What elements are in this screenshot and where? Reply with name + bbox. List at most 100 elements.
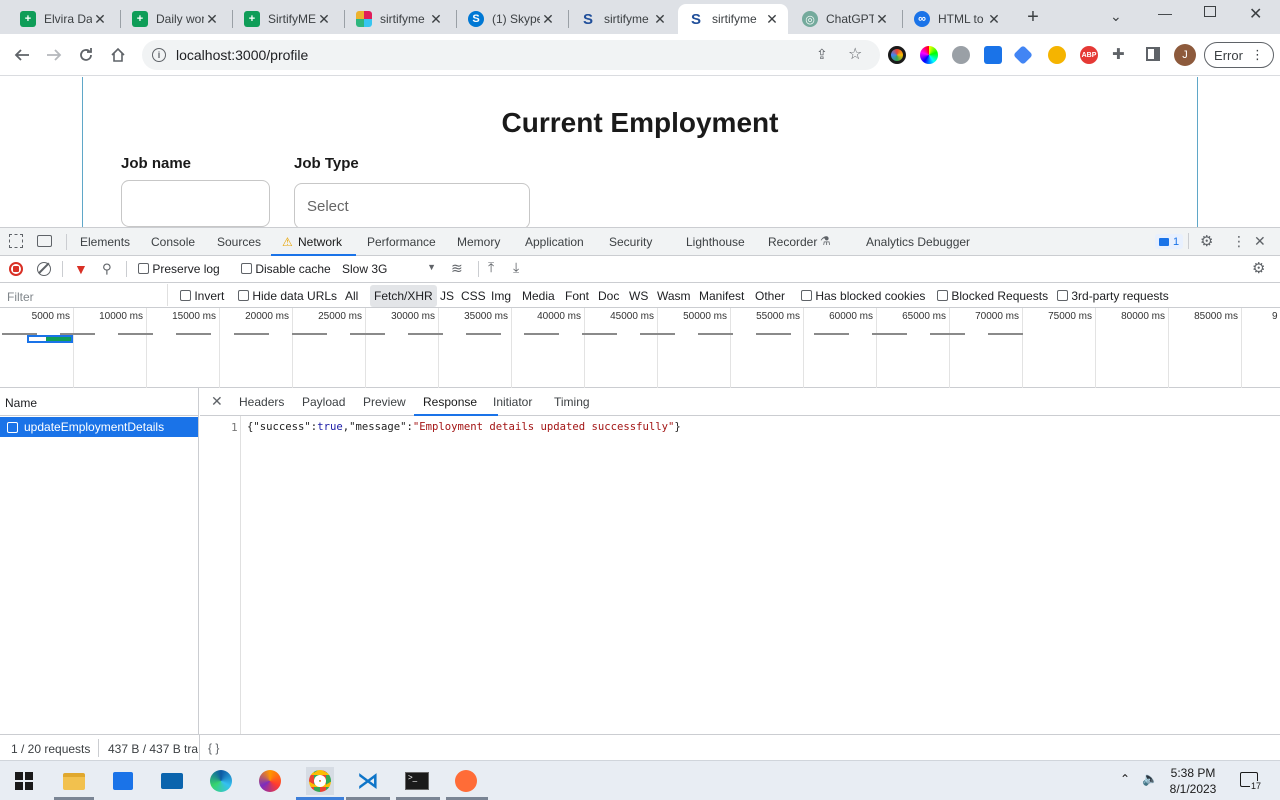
import-har-icon[interactable]: ⤒ bbox=[488, 259, 494, 276]
minimize-icon[interactable]: — bbox=[1158, 5, 1172, 21]
type-filter-fetch-xhr[interactable]: Fetch/XHR bbox=[370, 285, 437, 307]
system-clock[interactable]: 5:38 PM 8/1/2023 bbox=[1158, 765, 1228, 797]
extension-globe-icon[interactable] bbox=[952, 46, 970, 64]
store-icon[interactable] bbox=[109, 767, 137, 795]
tab-security[interactable]: Security bbox=[609, 235, 652, 249]
tab-analytics-debugger[interactable]: Analytics Debugger bbox=[866, 235, 970, 249]
settings-gear-icon[interactable]: ⚙ bbox=[1200, 232, 1213, 250]
info-icon[interactable]: i bbox=[152, 48, 166, 62]
vscode-icon[interactable]: ⋊ bbox=[354, 767, 382, 795]
window-close-icon[interactable]: ✕ bbox=[1249, 4, 1262, 24]
tab-initiator[interactable]: Initiator bbox=[493, 395, 532, 409]
browser-tab[interactable]: + Daily wor ✕ bbox=[122, 4, 228, 34]
close-icon[interactable]: ✕ bbox=[540, 11, 556, 28]
type-filter-css[interactable]: CSS bbox=[461, 289, 486, 303]
issues-badge[interactable]: 1 bbox=[1155, 234, 1184, 249]
job-type-select[interactable]: Select bbox=[294, 183, 530, 227]
preserve-log-checkbox[interactable]: Preserve log bbox=[138, 262, 220, 276]
device-toolbar-icon[interactable] bbox=[37, 235, 52, 247]
type-filter-wasm[interactable]: Wasm bbox=[657, 289, 691, 303]
tab-elements[interactable]: Elements bbox=[80, 235, 130, 249]
forward-icon[interactable] bbox=[41, 42, 67, 68]
extension-palette-icon[interactable] bbox=[920, 46, 938, 64]
edge-icon[interactable] bbox=[207, 767, 235, 795]
pretty-print-button[interactable]: { } bbox=[208, 741, 219, 755]
browser-tab[interactable]: + Elvira Da ✕ bbox=[10, 4, 116, 34]
tab-recorder[interactable]: Recorder bbox=[768, 235, 817, 249]
tab-application[interactable]: Application bbox=[525, 235, 584, 249]
tab-response[interactable]: Response bbox=[423, 395, 477, 409]
type-filter-img[interactable]: Img bbox=[491, 289, 511, 303]
terminal-icon[interactable]: >_ bbox=[403, 767, 431, 795]
tab-search-icon[interactable]: ⌄ bbox=[1110, 8, 1122, 25]
extension-face-icon[interactable] bbox=[1048, 46, 1066, 64]
tab-sources[interactable]: Sources bbox=[217, 235, 261, 249]
close-icon[interactable]: ✕ bbox=[428, 11, 444, 28]
type-filter-ws[interactable]: WS bbox=[629, 289, 648, 303]
type-filter-other[interactable]: Other bbox=[755, 289, 785, 303]
invert-checkbox[interactable]: Invert bbox=[180, 289, 224, 303]
extension-window-icon[interactable] bbox=[984, 46, 1002, 64]
close-details-icon[interactable]: ✕ bbox=[211, 393, 223, 410]
tab-memory[interactable]: Memory bbox=[457, 235, 500, 249]
type-filter-font[interactable]: Font bbox=[565, 289, 589, 303]
tab-performance[interactable]: Performance bbox=[367, 235, 436, 249]
extension-diamond-icon[interactable] bbox=[1013, 45, 1033, 65]
browser-tab[interactable]: + SirtifyME ✕ bbox=[234, 4, 340, 34]
disable-cache-checkbox[interactable]: Disable cache bbox=[241, 262, 331, 276]
inspect-element-icon[interactable] bbox=[9, 234, 23, 248]
record-stop-icon[interactable] bbox=[9, 262, 23, 276]
reload-icon[interactable] bbox=[73, 42, 99, 68]
side-panel-icon[interactable] bbox=[1146, 47, 1160, 61]
type-filter-manifest[interactable]: Manifest bbox=[699, 289, 744, 303]
file-explorer-icon[interactable] bbox=[60, 767, 88, 795]
tab-headers[interactable]: Headers bbox=[239, 395, 284, 409]
browser-tab[interactable]: sirtifyme ✕ bbox=[346, 4, 452, 34]
third-party-requests-checkbox[interactable]: 3rd-party requests bbox=[1057, 289, 1169, 303]
close-devtools-icon[interactable]: ✕ bbox=[1254, 233, 1266, 250]
hide-data-urls-checkbox[interactable]: Hide data URLs bbox=[238, 289, 337, 303]
tab-lighthouse[interactable]: Lighthouse bbox=[686, 235, 745, 249]
tab-console[interactable]: Console bbox=[151, 235, 195, 249]
browser-tab-active[interactable]: S sirtifyme ✕ bbox=[678, 4, 788, 34]
firefox-icon[interactable] bbox=[256, 767, 284, 795]
type-filter-media[interactable]: Media bbox=[522, 289, 555, 303]
name-column-header[interactable]: Name bbox=[0, 388, 199, 416]
close-icon[interactable]: ✕ bbox=[204, 11, 220, 28]
search-icon[interactable]: ⚲ bbox=[102, 261, 112, 277]
volume-muted-icon[interactable]: 🔈 bbox=[1142, 771, 1158, 787]
browser-tab[interactable]: ◎ ChatGPT ✕ bbox=[792, 4, 898, 34]
tab-network[interactable]: Network bbox=[298, 235, 342, 249]
mail-icon[interactable] bbox=[158, 767, 186, 795]
share-icon[interactable]: ⇪ bbox=[816, 46, 828, 63]
profile-avatar[interactable]: J bbox=[1174, 44, 1196, 66]
type-filter-js[interactable]: JS bbox=[440, 289, 454, 303]
type-filter-doc[interactable]: Doc bbox=[598, 289, 619, 303]
job-name-input[interactable] bbox=[121, 180, 270, 227]
request-row[interactable]: updateEmploymentDetails bbox=[0, 417, 198, 437]
restore-icon[interactable] bbox=[1204, 6, 1216, 17]
network-settings-icon[interactable]: ⚙ bbox=[1252, 259, 1265, 277]
close-icon[interactable]: ✕ bbox=[316, 11, 332, 28]
filter-funnel-icon[interactable]: ▼ bbox=[74, 261, 88, 277]
close-icon[interactable]: ✕ bbox=[874, 11, 890, 28]
address-bar[interactable]: i localhost:3000/profile ⇪ ☆ bbox=[142, 40, 880, 70]
extension-color-icon[interactable] bbox=[888, 46, 906, 64]
close-icon[interactable]: ✕ bbox=[652, 11, 668, 28]
tab-payload[interactable]: Payload bbox=[302, 395, 345, 409]
extensions-puzzle-icon[interactable]: ✚ bbox=[1112, 45, 1125, 63]
type-filter-all[interactable]: All bbox=[345, 289, 358, 303]
close-icon[interactable]: ✕ bbox=[764, 11, 780, 28]
browser-tab[interactable]: ∞ HTML to ✕ bbox=[904, 4, 1010, 34]
home-icon[interactable] bbox=[105, 42, 131, 68]
export-har-icon[interactable]: ⤓ bbox=[513, 259, 519, 276]
network-overview-timeline[interactable]: 5000 ms 10000 ms 15000 ms 20000 ms 25000 ms 3… bbox=[0, 308, 1280, 388]
url-text[interactable]: localhost:3000/profile bbox=[176, 47, 308, 63]
clear-icon[interactable] bbox=[37, 262, 51, 276]
more-options-icon[interactable]: ⋮ bbox=[1232, 233, 1246, 250]
tab-preview[interactable]: Preview bbox=[363, 395, 406, 409]
chrome-icon[interactable] bbox=[306, 767, 334, 795]
bookmark-star-icon[interactable]: ☆ bbox=[848, 44, 862, 64]
close-icon[interactable]: ✕ bbox=[986, 11, 1002, 28]
browser-tab[interactable]: S (1) Skype ✕ bbox=[458, 4, 564, 34]
